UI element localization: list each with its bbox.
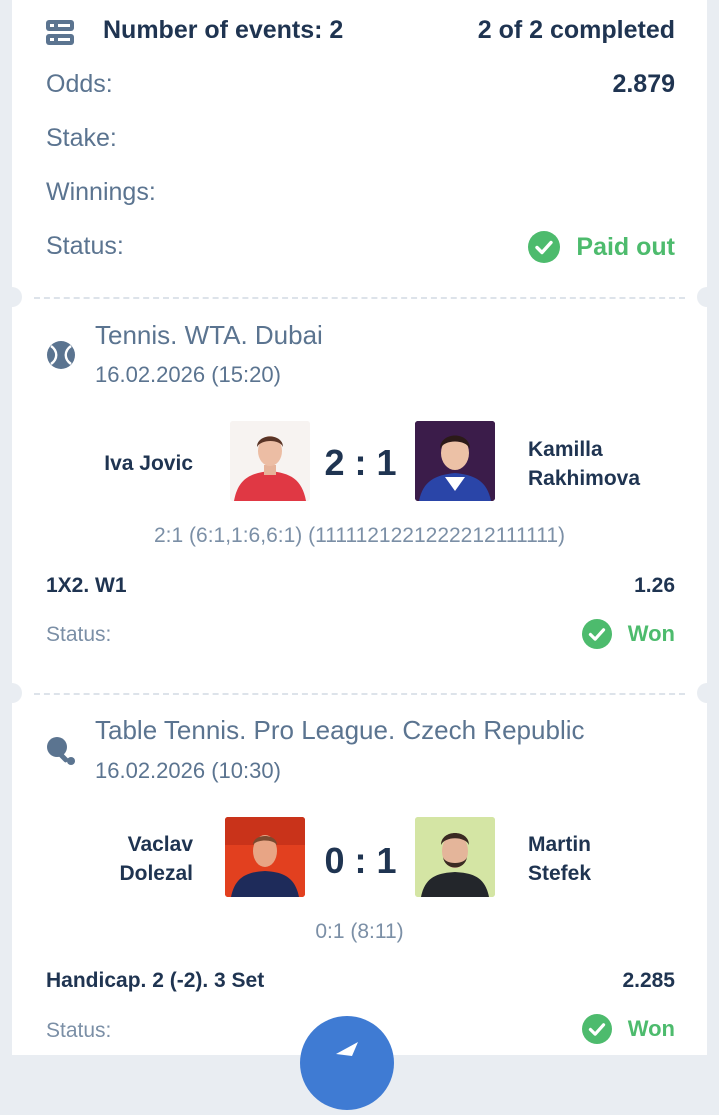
match-score: 2 : 1 [324,442,397,483]
status-label: Status: [46,623,112,646]
odds-value: 2.879 [612,70,675,98]
status-badge: Won [581,1014,675,1044]
ticket-notch [697,683,717,703]
bet-market: Handicap. 2 (-2). 3 Set [46,969,265,992]
coupon-events-icon [46,20,74,45]
event-title: Tennis. WTA. Dubai [95,320,323,350]
events-count: Number of events: 2 [103,16,344,44]
tennis-ball-icon [47,341,75,369]
stake-label: Stake: [46,124,117,152]
ticket-notch [2,287,22,307]
ticket-notch [697,287,717,307]
check-circle-icon [581,1014,612,1044]
event-title: Table Tennis. Pro League. Czech Republic [95,715,585,745]
winnings-label: Winnings: [46,178,156,206]
away-player: Kamilla Rakhimova [528,438,641,490]
bet-coefficient: 1.26 [634,574,675,597]
dashed-divider [34,297,685,299]
away-player-photo [415,817,495,897]
odds-label: Odds: [46,70,113,98]
status-value: Won [627,621,675,646]
bet-market: 1X2. W1 [46,574,127,597]
event-date: 16.02.2026 (15:20) [95,362,281,387]
share-icon [336,1042,358,1056]
status-label: Status: [46,1019,112,1042]
floating-action-button[interactable] [300,1016,394,1110]
home-player-photo [225,817,305,897]
score-detail: 2:1 (6:1,1:6,6:1) (111112122122221211111… [154,524,565,547]
away-player-photo [415,421,495,501]
match-score: 0 : 1 [324,840,397,881]
home-player-photo [230,421,310,501]
status-label: Status: [46,232,124,260]
bet-coefficient: 2.285 [622,969,675,992]
ticket-notch [2,683,22,703]
home-player: Vaclav Dolezal [119,833,193,885]
away-player: Martin Stefek [528,833,592,885]
check-circle-icon [528,231,561,263]
status-value: Paid out [576,232,675,261]
event-card[interactable]: Tennis. WTA. Dubai 16.02.2026 (15:20) Iv… [2,287,717,693]
check-circle-icon [581,619,612,649]
home-player: Iva Jovic [104,452,193,475]
event-card[interactable]: Table Tennis. Pro League. Czech Republic… [2,683,717,1055]
bet-summary-card: Number of events: 2 2 of 2 completed Odd… [12,0,707,297]
completed-count: 2 of 2 completed [477,16,675,44]
event-date: 16.02.2026 (10:30) [95,758,281,783]
status-value: Won [627,1016,675,1041]
dashed-divider [34,693,685,695]
status-badge: Won [581,619,675,649]
table-tennis-icon [47,737,75,765]
score-detail: 0:1 (8:11) [315,920,404,943]
status-badge: Paid out [528,231,675,263]
